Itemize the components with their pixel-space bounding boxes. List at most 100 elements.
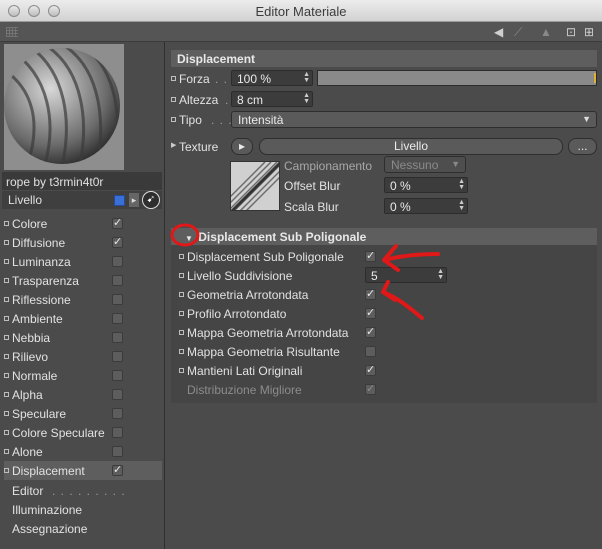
channel-checkbox[interactable]: [112, 313, 123, 324]
back-arrow-icon[interactable]: ◀: [494, 25, 503, 39]
channel-alpha[interactable]: Alpha: [4, 385, 162, 404]
new-window-icon[interactable]: ⊞: [584, 25, 594, 39]
channel-checkbox[interactable]: [112, 256, 123, 267]
offset-blur-label: Offset Blur: [284, 179, 341, 193]
spinner-icon[interactable]: ▲ ▼: [458, 199, 465, 212]
subpoly-row: Profilo Arrotondato ✓: [179, 304, 589, 324]
window-title: Editor Materiale: [255, 4, 347, 19]
material-name[interactable]: rope by t3rmin4t0r: [2, 172, 162, 190]
picker-icon[interactable]: ➹: [142, 191, 160, 209]
channel-label: Ambiente: [12, 312, 63, 326]
channel-label: Riflessione: [12, 293, 71, 307]
subpoly-checkbox[interactable]: ✓: [365, 251, 376, 262]
channel-checkbox[interactable]: [112, 370, 123, 381]
channel-checkbox[interactable]: [112, 408, 123, 419]
tipo-dropdown[interactable]: Intensità ▼: [231, 111, 597, 128]
subpoly-checkbox[interactable]: ✓: [365, 289, 376, 300]
channel-trasparenza[interactable]: Trasparenza: [4, 271, 162, 290]
channel-nebbia[interactable]: Nebbia: [4, 328, 162, 347]
right-panel: Displacement Forza . . . 100 % ▲ ▼ Altezz…: [166, 42, 602, 549]
channel-rilievo[interactable]: Rilievo: [4, 347, 162, 366]
spinner-icon[interactable]: ▲ ▼: [458, 178, 465, 191]
channel-checkbox[interactable]: [112, 294, 123, 305]
spinner-icon[interactable]: ▲ ▼: [303, 92, 310, 105]
displacement-header: Displacement: [171, 50, 597, 67]
channel-checkbox[interactable]: [112, 332, 123, 343]
altezza-label: Altezza: [179, 93, 219, 107]
channel-illuminazione[interactable]: Illuminazione: [4, 500, 162, 519]
texture-arrow-button[interactable]: ▸: [231, 138, 253, 155]
channel-label: Luminanza: [12, 255, 71, 269]
texture-level-button[interactable]: Livello: [259, 138, 563, 155]
spinner-icon[interactable]: ▲ ▼: [437, 268, 444, 281]
chevron-down-icon: ▼: [451, 159, 460, 169]
channel-editor[interactable]: Editor . . . . . . . . .: [4, 481, 162, 500]
channel-luminanza[interactable]: Luminanza: [4, 252, 162, 271]
slider-handle[interactable]: [594, 73, 596, 83]
subpoly-checkbox: ✓: [365, 383, 376, 395]
forza-slider[interactable]: [317, 70, 597, 86]
subpoly-checkbox[interactable]: ✓: [365, 327, 376, 338]
campionamento-dropdown[interactable]: Nessuno ▼: [384, 156, 466, 173]
subpoly-label: Distribuzione Migliore: [187, 383, 302, 397]
subpoly-row: Geometria Arrotondata ✓: [179, 285, 589, 305]
forward-arrow-icon[interactable]: ⟋: [514, 25, 522, 39]
subdivision-field[interactable]: 5 ▲ ▼: [365, 267, 447, 283]
texture-thumbnail[interactable]: [230, 161, 280, 211]
altezza-field[interactable]: 8 cm ▲ ▼: [231, 91, 313, 107]
collapse-arrow-icon[interactable]: ▼: [185, 234, 193, 243]
channel-label: Illuminazione: [12, 503, 83, 517]
subpoly-checkbox[interactable]: ✓: [365, 308, 376, 319]
channel-label: Diffusione: [12, 236, 66, 250]
subpoly-row: Mappa Geometria Arrotondata ✓: [179, 323, 589, 343]
scala-blur-field[interactable]: 0 % ▲ ▼: [384, 198, 468, 214]
subpoly-header[interactable]: ▼ Displacement Sub Poligonale: [171, 228, 597, 245]
channel-alone[interactable]: Alone: [4, 442, 162, 461]
more-button[interactable]: ...: [568, 138, 597, 155]
subpoly-checkbox[interactable]: ✓: [365, 365, 376, 376]
lock-icon[interactable]: ⊡: [566, 25, 576, 39]
channel-checkbox[interactable]: ✓: [112, 237, 123, 248]
offset-blur-field[interactable]: 0 % ▲ ▼: [384, 177, 468, 193]
channel-checkbox[interactable]: [112, 427, 123, 438]
channel-colore[interactable]: Colore ✓: [4, 214, 162, 233]
level-arrow-button[interactable]: ▸: [129, 193, 139, 207]
channel-label: Colore: [12, 217, 48, 231]
subpoly-label: Mappa Geometria Arrotondata: [187, 326, 349, 340]
channel-label: Trasparenza: [12, 274, 79, 288]
channel-checkbox[interactable]: [112, 389, 123, 400]
channel-riflessione[interactable]: Riflessione: [4, 290, 162, 309]
texture-label: Texture: [179, 140, 219, 154]
forza-field[interactable]: 100 % ▲ ▼: [231, 70, 313, 86]
expand-arrow-icon[interactable]: ▶: [171, 141, 176, 149]
channel-ambiente[interactable]: Ambiente: [4, 309, 162, 328]
altezza-row: Altezza . 8 cm ▲ ▼: [171, 90, 597, 110]
subpoly-label: Profilo Arrotondato: [187, 307, 287, 321]
channel-checkbox[interactable]: [112, 351, 123, 362]
campionamento-row: Campionamento Nessuno ▼: [284, 156, 594, 176]
level-color-swatch[interactable]: [114, 195, 125, 206]
channel-colore-speculare[interactable]: Colore Speculare: [4, 423, 162, 442]
channel-displacement[interactable]: Displacement ✓: [4, 461, 162, 480]
channel-label: Displacement: [12, 464, 85, 478]
up-arrow-icon[interactable]: ▲: [540, 25, 552, 39]
chevron-down-icon: ▼: [582, 114, 591, 124]
grip-icon[interactable]: [6, 27, 18, 37]
material-preview[interactable]: [4, 44, 124, 170]
scala-blur-row: Scala Blur 0 % ▲ ▼: [284, 197, 594, 217]
channel-label: Alpha: [12, 388, 43, 402]
channel-label: Editor: [12, 484, 44, 498]
forza-label: Forza: [179, 72, 210, 86]
channel-assegnazione[interactable]: Assegnazione: [4, 519, 162, 538]
channel-checkbox[interactable]: ✓: [112, 465, 123, 476]
title-bar: Editor Materiale: [0, 0, 602, 22]
channel-checkbox[interactable]: ✓: [112, 218, 123, 229]
channel-checkbox[interactable]: [112, 446, 123, 457]
channel-speculare[interactable]: Speculare: [4, 404, 162, 423]
subpoly-checkbox[interactable]: [365, 346, 376, 357]
channel-diffusione[interactable]: Diffusione ✓: [4, 233, 162, 252]
channel-normale[interactable]: Normale: [4, 366, 162, 385]
channel-checkbox[interactable]: [112, 275, 123, 286]
spinner-icon[interactable]: ▲ ▼: [303, 71, 310, 84]
level-row[interactable]: Livello ▸ ➹: [2, 191, 162, 209]
